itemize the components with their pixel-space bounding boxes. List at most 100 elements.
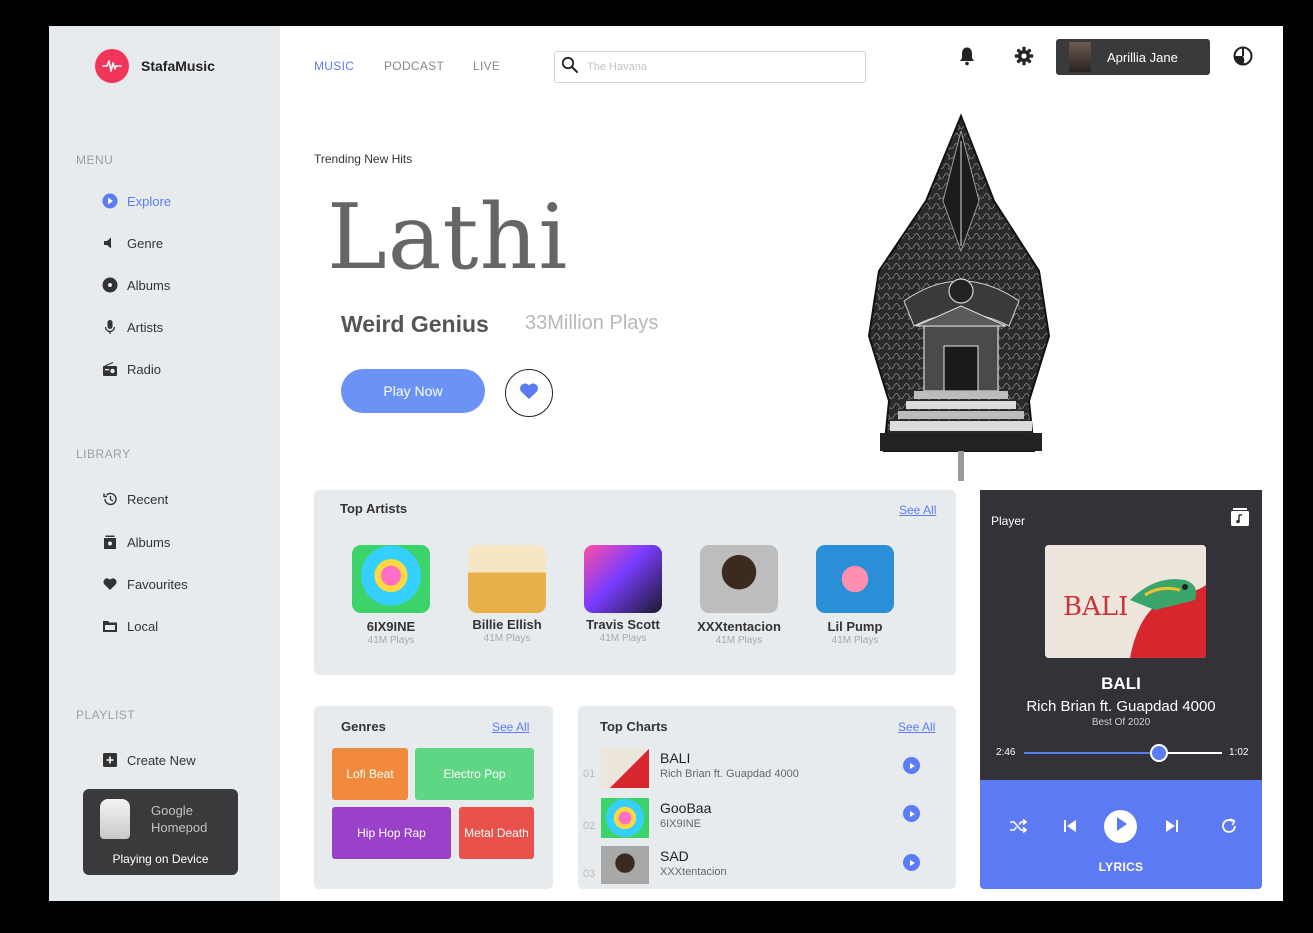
search-input[interactable] bbox=[587, 61, 847, 73]
user-profile-button[interactable]: Aprillia Jane bbox=[1056, 39, 1210, 75]
tab-live[interactable]: LIVE bbox=[473, 59, 500, 73]
artist-name: Travis Scott bbox=[586, 617, 660, 632]
artist-plays: 41M Plays bbox=[367, 635, 415, 646]
artist-card[interactable]: Billie Ellish 41M Plays bbox=[457, 545, 557, 644]
player-panel: Player BALI BALI Rich Brian ft. Guapdad … bbox=[980, 490, 1262, 889]
genre-tile-hip-hop-rap[interactable]: Hip Hop Rap bbox=[332, 807, 451, 859]
device-card[interactable]: Google Homepod Playing on Device bbox=[83, 789, 238, 875]
player-song-title: BALI bbox=[1101, 674, 1141, 693]
genres-see-all-link[interactable]: See All bbox=[492, 720, 529, 734]
disc-icon bbox=[102, 277, 118, 293]
microphone-icon bbox=[102, 319, 118, 335]
play-circle-icon bbox=[102, 193, 118, 209]
chart-song-title: SAD bbox=[660, 848, 689, 864]
shuffle-icon[interactable] bbox=[1008, 816, 1028, 836]
player-album: Best Of 2020 bbox=[1091, 717, 1151, 728]
search-icon bbox=[561, 56, 579, 79]
remaining-time: 1:02 bbox=[1229, 747, 1249, 758]
artist-card[interactable]: Lil Pump 41M Plays bbox=[805, 545, 905, 646]
trending-label: Trending New Hits bbox=[314, 152, 413, 166]
play-now-button[interactable]: Play Now bbox=[341, 369, 485, 413]
sidebar-item-favourites[interactable]: Favourites bbox=[102, 576, 188, 592]
artist-name: Billie Ellish bbox=[472, 617, 542, 632]
tab-music[interactable]: MUSIC bbox=[314, 59, 354, 73]
play-icon[interactable] bbox=[903, 805, 920, 822]
sidebar-item-local[interactable]: Local bbox=[102, 618, 158, 634]
chart-row[interactable]: 02 GooBaa 6IX9INE bbox=[578, 798, 955, 848]
chart-thumbnail bbox=[601, 846, 649, 884]
progress-track[interactable] bbox=[1024, 744, 1222, 762]
next-icon[interactable] bbox=[1162, 816, 1182, 836]
radio-icon bbox=[102, 361, 118, 377]
genre-tile-electro-pop[interactable]: Electro Pop bbox=[415, 748, 534, 800]
artist-card[interactable]: 6IX9INE 41M Plays bbox=[341, 545, 441, 646]
artist-name: XXXtentacion bbox=[697, 619, 781, 634]
hero-title: Lathi bbox=[327, 185, 569, 290]
heart-icon bbox=[518, 381, 540, 406]
hero-plays: 33Million Plays bbox=[525, 312, 659, 334]
sidebar-item-label: Explore bbox=[127, 193, 172, 209]
hero-artist[interactable]: Weird Genius bbox=[341, 311, 489, 338]
player-controls: LYRICS bbox=[980, 780, 1262, 889]
player-label: Player bbox=[991, 514, 1026, 528]
sidebar-item-artists[interactable]: Artists bbox=[102, 319, 163, 335]
sidebar-item-genre[interactable]: Genre bbox=[102, 235, 163, 251]
brand[interactable]: StafaMusic bbox=[95, 49, 215, 83]
artist-plays: 41M Plays bbox=[715, 635, 763, 646]
sidebar-item-explore[interactable]: Explore bbox=[102, 193, 171, 209]
chart-rank: 03 bbox=[583, 868, 596, 880]
top-charts-see-all-link[interactable]: See All bbox=[898, 720, 935, 734]
chart-artist: Rich Brian ft. Guapdad 4000 bbox=[660, 768, 799, 780]
elapsed-time: 2:46 bbox=[996, 747, 1016, 758]
tab-podcast[interactable]: PODCAST bbox=[384, 59, 444, 73]
chart-artist: 6IX9INE bbox=[660, 818, 701, 830]
progress-knob[interactable] bbox=[1149, 744, 1168, 762]
sidebar-item-label: Artists bbox=[127, 319, 164, 335]
sidebar-item-label: Albums bbox=[127, 534, 171, 550]
create-new-label: Create New bbox=[127, 752, 196, 768]
create-playlist-button[interactable]: Create New bbox=[102, 752, 196, 768]
play-pause-button[interactable] bbox=[1104, 810, 1137, 843]
sidebar-item-label: Recent bbox=[127, 491, 169, 507]
top-charts-title: Top Charts bbox=[600, 719, 668, 734]
artist-card[interactable]: Travis Scott 41M Plays bbox=[573, 545, 673, 644]
chart-row[interactable]: 01 BALI Rich Brian ft. Guapdad 4000 bbox=[578, 748, 955, 798]
genre-tile-metal-death[interactable]: Metal Death bbox=[459, 807, 534, 859]
play-icon[interactable] bbox=[903, 757, 920, 774]
sidebar-item-recent[interactable]: Recent bbox=[102, 491, 168, 507]
playlist-section-title: PLAYLIST bbox=[76, 708, 136, 722]
sidebar-item-albums[interactable]: Albums bbox=[102, 277, 170, 293]
favorite-button[interactable] bbox=[505, 369, 553, 417]
chart-song-title: BALI bbox=[660, 750, 691, 766]
power-icon[interactable] bbox=[1233, 46, 1253, 66]
menu-section-title: MENU bbox=[76, 153, 114, 167]
music-library-icon[interactable] bbox=[1230, 507, 1250, 532]
sidebar-item-label: Local bbox=[127, 618, 159, 634]
folder-icon bbox=[102, 618, 118, 634]
album-stack-icon bbox=[102, 534, 118, 550]
play-icon bbox=[1114, 816, 1128, 837]
bell-icon[interactable] bbox=[957, 46, 977, 66]
sidebar: StafaMusic MENU Explore Genre Albums Art… bbox=[49, 26, 280, 901]
artist-plays: 41M Plays bbox=[483, 633, 531, 644]
avatar bbox=[1069, 42, 1091, 72]
genre-tile-lofi-beat[interactable]: Lofi Beat bbox=[332, 748, 408, 800]
progress-fill bbox=[1024, 752, 1159, 754]
top-charts-panel: Top Charts See All 01 BALI Rich Brian ft… bbox=[578, 706, 956, 889]
repeat-icon[interactable] bbox=[1219, 816, 1239, 836]
chart-row[interactable]: 03 SAD XXXtentacion bbox=[578, 846, 955, 896]
chart-thumbnail bbox=[601, 748, 649, 788]
history-icon bbox=[102, 491, 118, 507]
previous-icon[interactable] bbox=[1060, 816, 1080, 836]
sidebar-item-library-albums[interactable]: Albums bbox=[102, 534, 170, 550]
chart-artist: XXXtentacion bbox=[660, 866, 727, 878]
top-artists-see-all-link[interactable]: See All bbox=[899, 503, 936, 517]
wayang-gunungan-image bbox=[844, 111, 1076, 481]
gear-icon[interactable] bbox=[1014, 46, 1034, 66]
lyrics-button[interactable]: LYRICS bbox=[980, 860, 1262, 874]
sidebar-item-radio[interactable]: Radio bbox=[102, 361, 161, 377]
plus-square-icon bbox=[102, 752, 118, 768]
play-icon[interactable] bbox=[903, 854, 920, 871]
artist-card[interactable]: XXXtentacion 41M Plays bbox=[689, 545, 789, 646]
sidebar-item-label: Albums bbox=[127, 277, 171, 293]
